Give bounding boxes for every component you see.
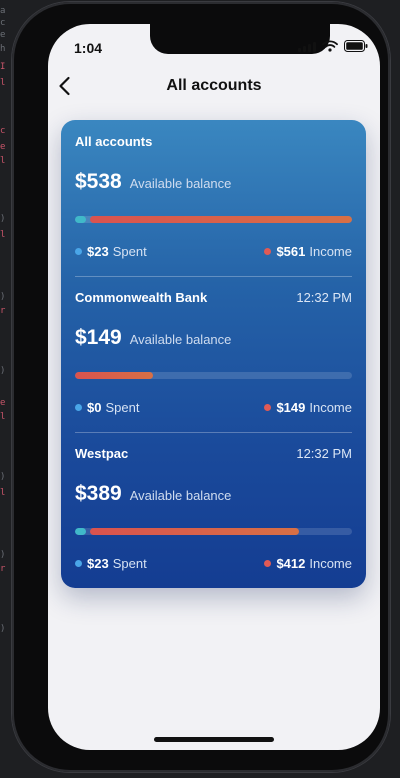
- legend-row: $23 Spent $412 Income: [75, 556, 352, 574]
- spending-progress-bar: [75, 216, 352, 223]
- income-label: Income: [309, 244, 352, 259]
- home-indicator: [154, 737, 274, 742]
- income-legend: $149 Income: [264, 400, 352, 415]
- balance-row: $389 Available balance: [75, 482, 231, 506]
- income-amount: $561: [276, 244, 306, 259]
- income-dot-icon: [264, 404, 272, 411]
- status-icons: [298, 40, 368, 52]
- accounts-card: All accounts $538 Available balance $23 …: [61, 120, 366, 588]
- income-dot-icon: [264, 560, 272, 567]
- income-amount: $149: [276, 400, 306, 415]
- app-screen: 1:04 All accounts All accounts $538 Avai…: [48, 24, 380, 750]
- account-name: Commonwealth Bank: [75, 290, 208, 305]
- balance-label: Available balance: [129, 488, 232, 503]
- spent-bar: [75, 216, 87, 223]
- spent-label: Spent: [112, 244, 147, 259]
- legend-row: $23 Spent $561 Income: [75, 244, 352, 262]
- account-name: Westpac: [75, 446, 129, 461]
- spending-progress-bar: [75, 372, 352, 379]
- legend-row: $0 Spent $149 Income: [75, 400, 352, 418]
- spent-amount: $23: [87, 244, 109, 259]
- page-title: All accounts: [166, 77, 262, 94]
- account-time: 12:32 PM: [296, 446, 352, 461]
- spent-amount: $0: [87, 400, 102, 415]
- spent-dot-icon: [75, 560, 82, 567]
- income-bar: [90, 216, 352, 223]
- phone-frame: 1:04 All accounts All accounts $538 Avai…: [12, 2, 390, 772]
- balance-row: $538 Available balance: [75, 170, 231, 194]
- status-time: 1:04: [74, 40, 103, 56]
- income-label: Income: [309, 556, 352, 571]
- balance-amount: $389: [75, 482, 122, 505]
- account-section-commonwealth[interactable]: Commonwealth Bank 12:32 PM $149 Availabl…: [75, 276, 352, 432]
- spent-dot-icon: [75, 248, 82, 255]
- account-section-westpac[interactable]: Westpac 12:32 PM $389 Available balance …: [75, 432, 352, 588]
- income-legend: $412 Income: [264, 556, 352, 571]
- spent-legend: $0 Spent: [75, 400, 139, 415]
- income-label: Income: [309, 400, 352, 415]
- account-section-all[interactable]: All accounts $538 Available balance $23 …: [75, 120, 352, 276]
- spent-legend: $23 Spent: [75, 556, 147, 571]
- spent-amount: $23: [87, 556, 109, 571]
- wifi-icon: [322, 40, 338, 52]
- income-bar: [75, 372, 153, 379]
- balance-amount: $538: [75, 170, 122, 193]
- spent-label: Spent: [112, 556, 147, 571]
- balance-row: $149 Available balance: [75, 326, 231, 350]
- income-amount: $412: [276, 556, 306, 571]
- spending-progress-bar: [75, 528, 352, 535]
- spent-bar: [75, 528, 87, 535]
- spent-label: Spent: [105, 400, 140, 415]
- spent-legend: $23 Spent: [75, 244, 147, 259]
- navigation-bar: All accounts: [48, 66, 380, 106]
- account-time: 12:32 PM: [296, 290, 352, 305]
- battery-icon: [344, 40, 368, 52]
- balance-amount: $149: [75, 326, 122, 349]
- income-legend: $561 Income: [264, 244, 352, 259]
- income-dot-icon: [264, 248, 272, 255]
- balance-label: Available balance: [129, 176, 232, 191]
- balance-label: Available balance: [129, 332, 232, 347]
- spent-dot-icon: [75, 404, 82, 411]
- signal-icon: [298, 41, 316, 52]
- account-name: All accounts: [75, 134, 153, 149]
- income-bar: [90, 528, 300, 535]
